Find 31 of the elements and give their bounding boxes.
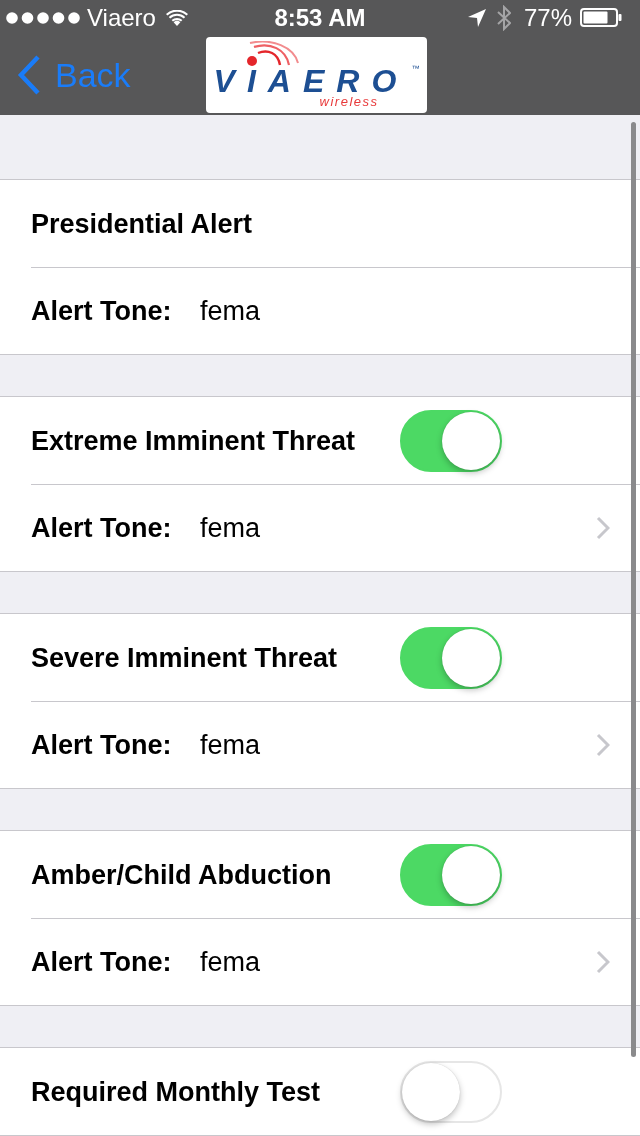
- trademark-sign: ™: [411, 64, 420, 74]
- alert-tone-label: Alert Tone:: [31, 295, 173, 327]
- location-arrow-icon: [467, 8, 486, 27]
- alert-title: Severe Imminent Threat: [31, 641, 339, 674]
- toggle-switch[interactable]: [400, 626, 502, 689]
- alert-tone-label: Alert Tone:: [31, 946, 173, 978]
- alert-tone-value: fema: [200, 729, 262, 761]
- alert-tone-value: fema: [200, 512, 262, 544]
- alert-title: Required Monthly Test: [31, 1075, 321, 1108]
- toggle-switch[interactable]: [400, 843, 502, 906]
- status-time: 8:53 AM: [274, 3, 366, 32]
- alert-title: Amber/Child Abduction: [31, 858, 333, 891]
- alert-tone-value: fema: [200, 946, 262, 978]
- chevron-icon[interactable]: [596, 950, 610, 974]
- alert-tone-label: Alert Tone:: [31, 729, 173, 761]
- signal-strength-icon: [6, 11, 80, 24]
- back-chevron-icon: [17, 55, 41, 96]
- alert-tone-value: fema: [200, 295, 262, 327]
- back-button[interactable]: Back: [17, 55, 131, 96]
- chevron-icon[interactable]: [596, 733, 610, 757]
- carrier-name: Viaero: [87, 3, 156, 32]
- battery-percentage: 77%: [523, 3, 572, 32]
- toggle-switch[interactable]: [400, 409, 502, 472]
- wifi-icon: [165, 9, 188, 26]
- bluetooth-icon: [496, 4, 511, 31]
- alert-title: Presidential Alert: [31, 207, 254, 240]
- chevron-icon[interactable]: [596, 516, 610, 540]
- logo-tagline: wireless: [319, 95, 379, 110]
- alert-title: Extreme Imminent Threat: [31, 424, 357, 457]
- battery-icon: [580, 8, 622, 28]
- alert-tone-label: Alert Tone:: [31, 512, 173, 544]
